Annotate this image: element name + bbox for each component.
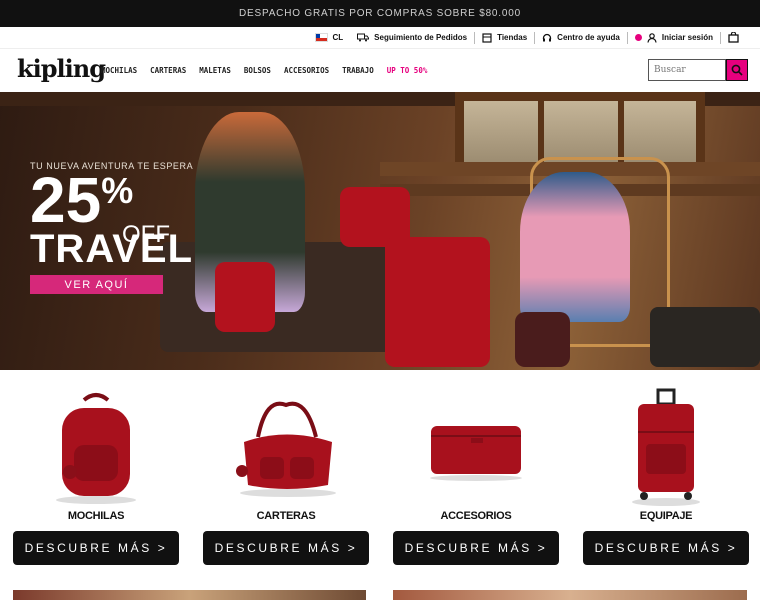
hero-copy: TU NUEVA AVENTURA TE ESPERA 25 % OFF TRA…: [30, 161, 193, 294]
help-center-label: Centro de ayuda: [557, 33, 620, 42]
login-link[interactable]: Iniciar sesión: [628, 32, 720, 43]
hero-window-pane: [621, 98, 699, 166]
category-grid: MOCHILAS DESCUBRE MÁS > CARTERAS DESCUBR…: [0, 370, 760, 575]
stores-label: Tiendas: [497, 33, 528, 42]
nav-item-sale[interactable]: UP TO 50%: [387, 66, 428, 75]
store-icon: [482, 32, 492, 43]
category-label: EQUIPAJE: [639, 510, 693, 522]
country-selector[interactable]: CL: [308, 33, 351, 42]
hero-window-pane: [461, 98, 541, 166]
category-card-mochilas[interactable]: MOCHILAS DESCUBRE MÁS >: [13, 370, 179, 570]
hero-window-pane: [541, 98, 621, 166]
backpack-icon[interactable]: [13, 388, 179, 506]
promo-banner: DESPACHO GRATIS POR COMPRAS SOBRE $80.00…: [0, 0, 760, 27]
promo-text: DESPACHO GRATIS POR COMPRAS SOBRE $80.00…: [239, 8, 521, 19]
category-label: CARTERAS: [256, 510, 316, 522]
headset-icon: [543, 33, 552, 41]
hero-red-bag: [215, 262, 275, 332]
discover-more-button[interactable]: DESCUBRE MÁS >: [393, 531, 559, 565]
country-code: CL: [332, 33, 344, 42]
status-dot-icon: [634, 34, 642, 41]
utility-bar: CL Seguimiento de Pedidos Tiendas Centro…: [0, 27, 760, 49]
order-tracking-link[interactable]: Seguimiento de Pedidos: [350, 33, 474, 42]
search-input[interactable]: [648, 59, 726, 81]
main-nav: MOCHILAS CARTERAS MALETAS BOLSOS ACCESOR…: [101, 66, 427, 75]
nav-item-trabajo[interactable]: TRABAJO: [342, 66, 374, 75]
search-box: [648, 59, 748, 81]
search-button[interactable]: [726, 59, 748, 81]
category-card-accesorios[interactable]: ACCESORIOS DESCUBRE MÁS >: [393, 370, 559, 570]
discover-more-button[interactable]: DESCUBRE MÁS >: [583, 531, 749, 565]
hero-banner[interactable]: TU NUEVA AVENTURA TE ESPERA 25 % OFF TRA…: [0, 92, 760, 370]
promo-tile-right[interactable]: [393, 590, 747, 600]
promo-tile-left[interactable]: [13, 590, 366, 600]
cart-button[interactable]: [721, 32, 746, 43]
hero-discount-sign: %: [101, 170, 134, 211]
handbag-icon[interactable]: [203, 388, 369, 506]
chile-flag-icon: [314, 33, 328, 42]
hero-crate: [650, 307, 760, 367]
category-label: ACCESORIOS: [440, 510, 512, 522]
hero-red-suitcase: [385, 237, 490, 367]
stores-link[interactable]: Tiendas: [475, 32, 534, 43]
hero-discount: 25 % OFF: [30, 164, 193, 248]
login-label: Iniciar sesión: [661, 33, 713, 42]
suitcase-icon[interactable]: [583, 388, 749, 506]
discover-more-button[interactable]: DESCUBRE MÁS >: [203, 531, 369, 565]
nav-item-bolsos[interactable]: BOLSOS: [244, 66, 271, 75]
nav-item-mochilas[interactable]: MOCHILAS: [101, 66, 137, 75]
category-card-equipaje[interactable]: EQUIPAJE DESCUBRE MÁS >: [583, 370, 749, 570]
help-center-link[interactable]: Centro de ayuda: [535, 33, 627, 43]
hero-cta-button[interactable]: VER AQUÍ: [30, 275, 163, 294]
hero-discount-number: 25: [30, 164, 102, 236]
hero-patterned-bag: [515, 312, 570, 367]
category-card-carteras[interactable]: CARTERAS DESCUBRE MÁS >: [203, 370, 369, 570]
search-icon: [731, 64, 743, 76]
category-label: MOCHILAS: [67, 510, 125, 522]
truck-icon: [357, 33, 370, 42]
order-tracking-label: Seguimiento de Pedidos: [374, 33, 468, 42]
user-icon: [647, 32, 657, 43]
shopping-bag-icon: [728, 32, 739, 43]
nav-item-carteras[interactable]: CARTERAS: [150, 66, 186, 75]
kipling-logo[interactable]: kipling: [17, 54, 106, 83]
wallet-icon[interactable]: [393, 388, 559, 506]
discover-more-button[interactable]: DESCUBRE MÁS >: [13, 531, 179, 565]
hero-model-right: [520, 172, 630, 322]
nav-item-accesorios[interactable]: ACCESORIOS: [284, 66, 329, 75]
hero-off-label: OFF: [122, 221, 170, 248]
nav-item-maletas[interactable]: MALETAS: [199, 66, 231, 75]
